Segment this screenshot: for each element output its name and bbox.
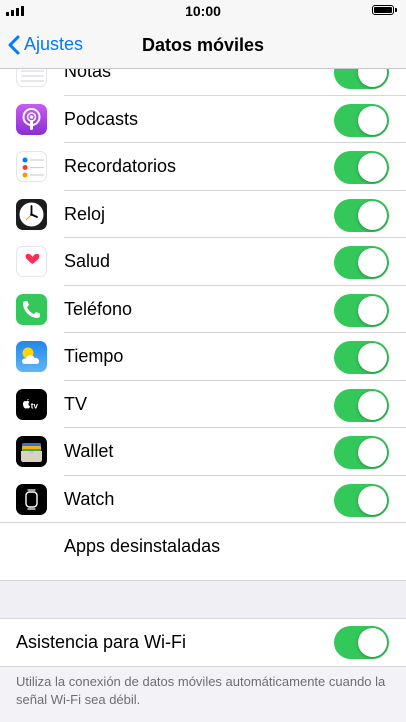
app-row-watch: Watch <box>0 475 406 523</box>
notes-icon <box>16 69 47 87</box>
wallet-toggle[interactable] <box>334 436 389 469</box>
tiempo-toggle[interactable] <box>334 341 389 374</box>
uninstalled-apps-label: Apps desinstaladas <box>64 536 221 556</box>
watch-icon <box>16 483 47 515</box>
wifi-assist-description: Utiliza la conexión de datos móviles aut… <box>16 674 386 707</box>
app-row-salud: Salud <box>0 238 406 286</box>
app-label: TV <box>64 393 88 414</box>
status-time: 10:00 <box>185 3 221 19</box>
app-label: Reloj <box>64 203 106 224</box>
wifi-assist-row: Asistencia para Wi-Fi <box>0 618 406 667</box>
status-bar: 10:00 <box>0 0 406 22</box>
app-list[interactable]: Notas Podcasts Recordatorios Reloj Salud… <box>0 69 406 580</box>
app-row-reloj: Reloj <box>0 190 406 238</box>
battery-icon <box>372 5 397 15</box>
podcasts-icon <box>16 103 47 135</box>
wifi-assist-toggle[interactable] <box>334 626 389 659</box>
section-separator <box>0 580 406 618</box>
app-row-recordatorios: Recordatorios <box>0 143 406 191</box>
app-row-tiempo: Tiempo <box>0 333 406 381</box>
app-label: Tiempo <box>64 346 124 366</box>
recordatorios-toggle[interactable] <box>334 151 389 184</box>
app-label: Notas <box>64 69 112 81</box>
app-label: Watch <box>64 488 115 509</box>
tv-toggle[interactable] <box>334 388 389 422</box>
uninstalled-apps-row: Apps desinstaladas <box>0 523 406 571</box>
tv-icon: tv <box>16 388 47 420</box>
podcasts-toggle[interactable] <box>334 103 389 137</box>
app-label: Recordatorios <box>64 156 177 176</box>
notas-toggle[interactable] <box>334 69 389 89</box>
app-label: Salud <box>64 251 111 271</box>
app-row-wallet: Wallet <box>0 428 406 476</box>
app-row-podcasts: Podcasts <box>0 95 406 143</box>
navigation-bar: Ajustes Datos móviles <box>0 22 406 69</box>
app-label: Wallet <box>64 441 114 461</box>
salud-toggle[interactable] <box>334 246 389 279</box>
phone-icon <box>16 293 47 325</box>
app-label: Teléfono <box>64 298 133 319</box>
clock-icon <box>16 198 47 230</box>
wallet-icon <box>16 436 47 467</box>
watch-toggle[interactable] <box>334 483 389 517</box>
health-icon <box>16 246 47 277</box>
app-row-tv: tv TV <box>0 380 406 428</box>
reminders-icon <box>16 151 47 182</box>
svg-text:tv: tv <box>31 401 39 410</box>
reloj-toggle[interactable] <box>334 198 389 232</box>
weather-icon <box>16 341 47 372</box>
app-row-notas: Notas <box>0 69 406 96</box>
app-row-telefono: Teléfono <box>0 285 406 333</box>
wifi-assist-label: Asistencia para Wi-Fi <box>16 632 187 652</box>
page-title: Datos móviles <box>141 35 265 55</box>
app-label: Podcasts <box>64 108 139 129</box>
telefono-toggle[interactable] <box>334 293 389 327</box>
